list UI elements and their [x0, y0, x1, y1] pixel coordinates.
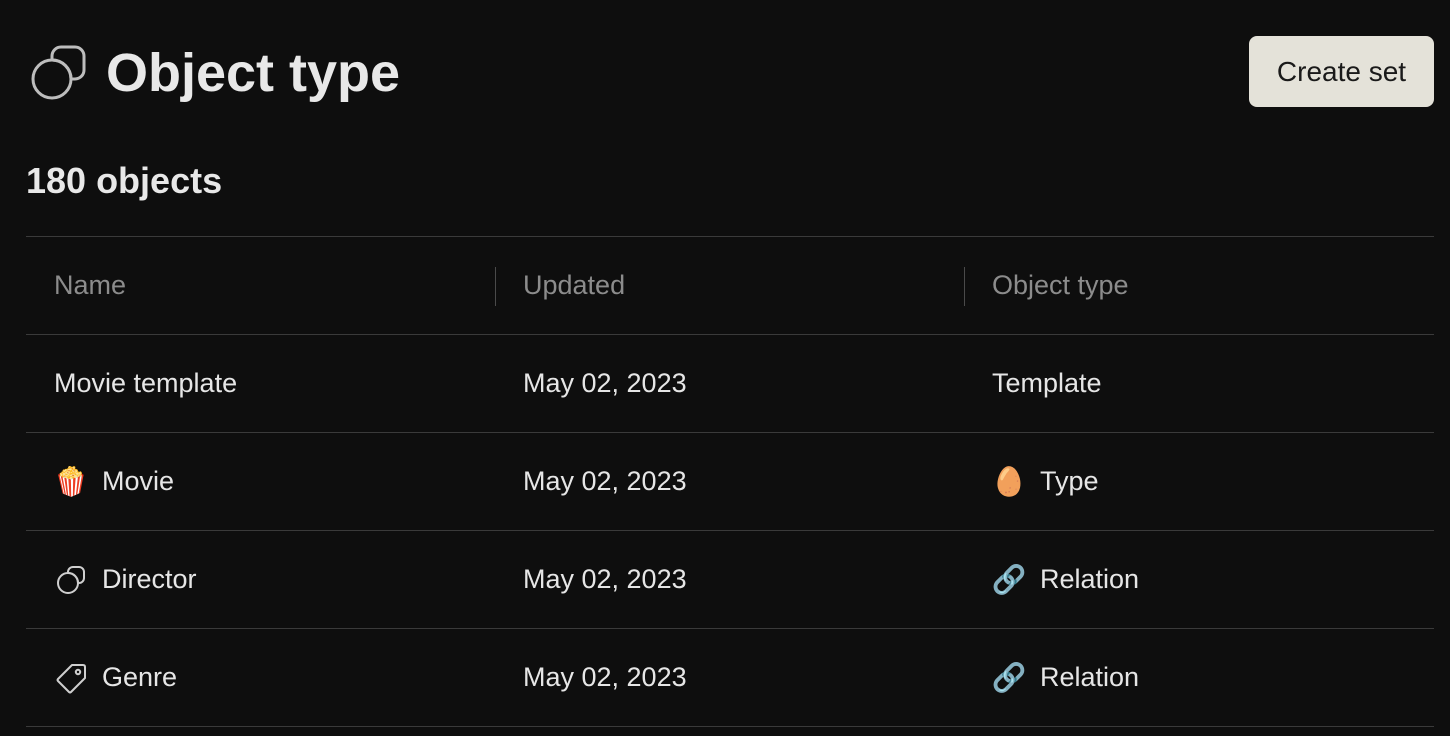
object-type-icon: [26, 41, 90, 105]
row-object-type: Template: [992, 368, 1102, 398]
popcorn-icon: 🍿: [53, 465, 89, 497]
table-row[interactable]: 🍿 Movie May 02, 2023 🥚 Type: [26, 432, 1434, 530]
row-updated-cell: May 02, 2023: [495, 335, 964, 432]
page-header: Object type Create set: [26, 30, 1434, 116]
row-updated-cell: May 02, 2023: [495, 531, 964, 628]
object-count: 180 objects: [26, 160, 223, 201]
row-name: Movie template: [54, 368, 238, 398]
column-header-name[interactable]: Name: [26, 237, 495, 334]
row-name-cell[interactable]: Director: [26, 531, 495, 628]
egg-icon: 🥚: [991, 465, 1027, 497]
link-icon: 🔗: [991, 563, 1027, 595]
table-row[interactable]: Movie template May 02, 2023 Template: [26, 334, 1434, 432]
row-updated: May 02, 2023: [523, 368, 687, 398]
link-icon: 🔗: [991, 661, 1027, 693]
objects-table: Name Updated Object type Movie template …: [26, 236, 1434, 727]
column-header-object-type[interactable]: Object type: [964, 237, 1433, 334]
row-name-cell[interactable]: 🍿 Movie: [26, 433, 495, 530]
row-name: Director: [102, 564, 197, 594]
table-header-row: Name Updated Object type: [26, 236, 1434, 334]
row-type-cell[interactable]: 🔗 Relation: [964, 531, 1433, 628]
row-updated-cell: May 02, 2023: [495, 433, 964, 530]
row-updated: May 02, 2023: [523, 564, 687, 594]
row-object-type: Relation: [1040, 662, 1140, 692]
column-header-updated[interactable]: Updated: [495, 237, 964, 334]
row-updated: May 02, 2023: [523, 662, 687, 692]
object-type-icon: [54, 563, 88, 597]
row-name-cell[interactable]: Movie template: [26, 335, 495, 432]
row-name: Genre: [102, 662, 178, 692]
tag-icon: [54, 661, 88, 695]
create-set-button[interactable]: Create set: [1249, 36, 1434, 107]
row-type-cell[interactable]: Template: [964, 335, 1433, 432]
row-object-type: Type: [1040, 466, 1099, 496]
table-row[interactable]: Director May 02, 2023 🔗 Relation: [26, 530, 1434, 628]
row-type-cell[interactable]: 🔗 Relation: [964, 629, 1433, 726]
row-updated: May 02, 2023: [523, 466, 687, 496]
row-type-cell[interactable]: 🥚 Type: [964, 433, 1433, 530]
row-name-cell[interactable]: Genre: [26, 629, 495, 726]
row-updated-cell: May 02, 2023: [495, 629, 964, 726]
object-type-page: Object type Create set 180 objects Name …: [0, 0, 1450, 736]
row-name: Movie: [102, 466, 175, 496]
row-object-type: Relation: [1040, 564, 1140, 594]
page-title: Object type: [106, 43, 401, 103]
table-row[interactable]: Genre May 02, 2023 🔗 Relation: [26, 628, 1434, 727]
